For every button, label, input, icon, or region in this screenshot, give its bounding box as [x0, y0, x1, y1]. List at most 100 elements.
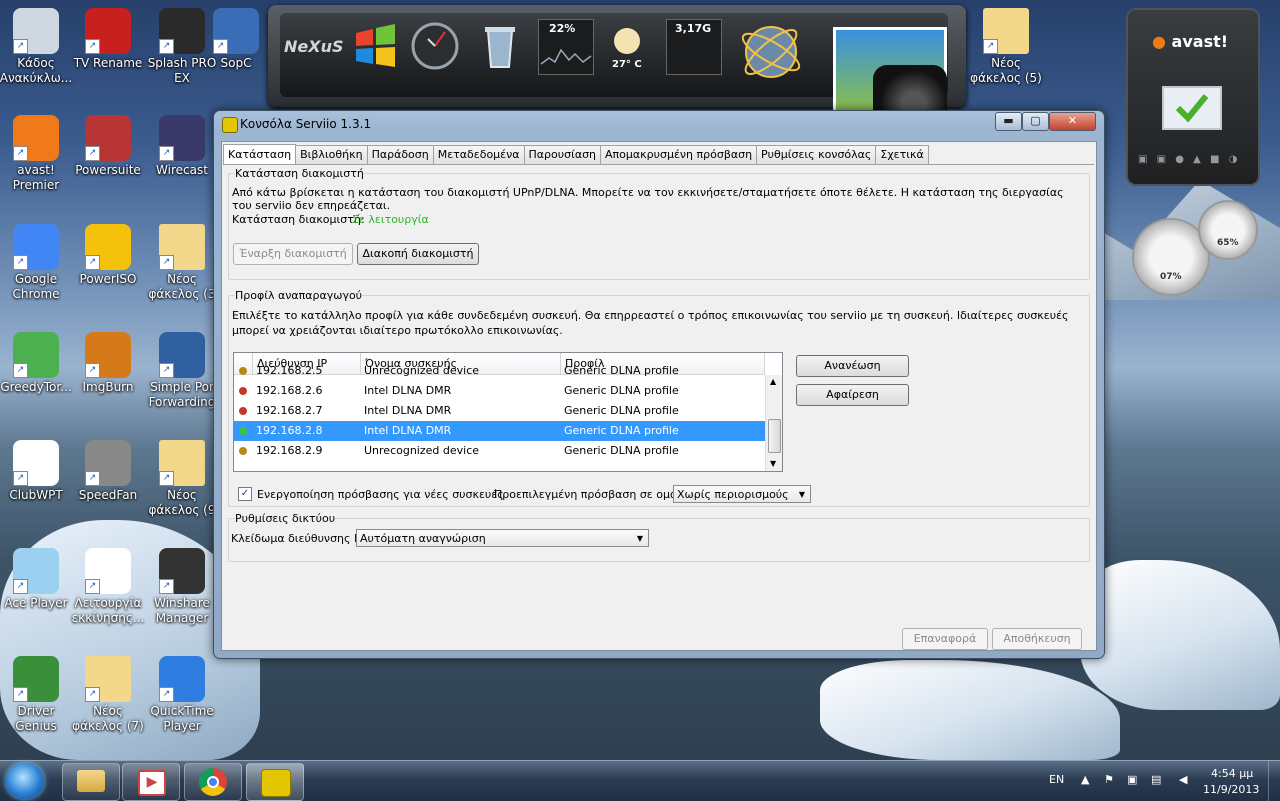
taskbar-media-player-button[interactable]: ▶	[122, 763, 180, 801]
quicktime-icon: ↗	[159, 656, 205, 702]
ip-lock-dropdown[interactable]: Αυτόματη αναγνώριση ▼	[356, 529, 649, 547]
tray-device-icon[interactable]: ▣	[1127, 773, 1137, 786]
language-indicator[interactable]: EN	[1049, 773, 1064, 786]
cell-profile: Generic DLNA profile	[564, 384, 679, 397]
stop-server-button[interactable]: Διακοπή διακομιστή	[357, 243, 479, 265]
nexus-logo[interactable]: NeXuS	[284, 37, 344, 56]
desktop-shortcut[interactable]: ↗ SopC	[196, 8, 276, 71]
clock-date[interactable]: 11/9/2013	[1203, 783, 1259, 796]
table-row[interactable]: 192.168.2.9 Unrecognized device Generic DL…	[234, 441, 765, 461]
default-access-dropdown[interactable]: Χωρίς περιορισμούς ▼	[673, 485, 811, 503]
table-row[interactable]: 192.168.2.6 Intel DLNA DMR Generic DLNA pr…	[234, 381, 765, 401]
scroll-up-arrow-icon[interactable]: ▲	[770, 377, 776, 386]
avast-social-icons[interactable]: ▣ ▣ ● ▲ ■ ◑	[1138, 154, 1250, 166]
close-button[interactable]: ✕	[1049, 112, 1096, 131]
desktop-shortcut[interactable]: ↗ Wirecast	[142, 115, 222, 178]
ip-lock-label: Κλείδωμα διεύθυνσης IP:	[231, 532, 368, 545]
tab-item[interactable]: Βιβλιοθήκη	[295, 145, 368, 164]
shortcut-arrow-icon: ↗	[159, 255, 174, 270]
table-row[interactable]: 192.168.2.5 Unrecognized device Generic DL…	[234, 361, 765, 381]
tray-volume-icon[interactable]: ◀	[1179, 773, 1187, 786]
desktop-shortcut-label: SopC	[220, 56, 252, 70]
desktop-shortcut[interactable]: ↗ Driver Genius	[0, 656, 76, 734]
shortcut-arrow-icon: ↗	[85, 255, 100, 270]
greedytorrent-icon: ↗	[13, 332, 59, 378]
globe-icon[interactable]	[736, 17, 806, 87]
desktop-shortcut[interactable]: ↗ QuickTime Player	[142, 656, 222, 734]
desktop-shortcut[interactable]: ↗ Winshare Manager	[142, 548, 222, 626]
desktop-shortcut[interactable]: ↗ PowerISO	[68, 224, 148, 287]
desktop-shortcut-label: ImgBurn	[82, 380, 134, 394]
scroll-down-arrow-icon[interactable]: ▼	[770, 459, 776, 468]
tab-item[interactable]: Απομακρυσμένη πρόσβαση	[600, 145, 758, 164]
winshare-icon: ↗	[159, 548, 205, 594]
minimize-button[interactable]: ▬	[995, 112, 1022, 131]
table-row[interactable]: 192.168.2.7 Intel DLNA DMR Generic DLNA pr…	[234, 401, 765, 421]
desktop-shortcut[interactable]: ↗ Νέος φάκελος (5)	[966, 8, 1046, 86]
remove-button[interactable]: Αφαίρεση	[796, 384, 909, 406]
tab-status[interactable]: Κατάσταση	[223, 144, 297, 165]
table-row[interactable]: 192.168.2.8 Intel DLNA DMR Generic DLNA pr…	[234, 421, 765, 441]
start-button[interactable]	[6, 763, 44, 799]
taskbar-explorer-button[interactable]	[62, 763, 120, 801]
desktop-shortcut[interactable]: ↗ Κάδος Ανακύκλω...	[0, 8, 76, 86]
status-panel: Κατάσταση διακομιστή Από κάτω βρίσκεται …	[223, 164, 1094, 650]
tray-network-icon[interactable]: ▤	[1151, 773, 1161, 786]
desktop-shortcut[interactable]: ↗ Νέος φάκελος (3	[142, 224, 222, 302]
taskbar-chrome-button[interactable]	[184, 763, 242, 801]
shortcut-arrow-icon: ↗	[85, 471, 100, 486]
clock-time[interactable]: 4:54 μμ	[1211, 767, 1253, 780]
desktop-shortcut-label: Simple Por Forwarding	[148, 380, 216, 409]
table-scrollbar[interactable]: ▲ ▼	[765, 375, 782, 471]
desktop-shortcut[interactable]: ↗ Powersuite	[68, 115, 148, 178]
shortcut-arrow-icon: ↗	[85, 146, 100, 161]
windows-logo-icon[interactable]	[348, 19, 402, 73]
show-desktop-button[interactable]	[1268, 761, 1280, 801]
tab-item[interactable]: Παρουσίαση	[523, 145, 602, 164]
desktop-shortcut-label: Λειτουργία εκκίνησης...	[71, 596, 145, 625]
devices-table[interactable]: Διεύθυνση IP Όνομα συσκευής Προφίλ 192.1…	[233, 352, 783, 472]
show-hidden-icons-icon[interactable]: ▲	[1081, 773, 1089, 786]
avast-widget[interactable]: ● avast! ▣ ▣ ● ▲ ■ ◑	[1126, 8, 1260, 186]
scroll-thumb[interactable]	[768, 419, 781, 453]
shortcut-arrow-icon: ↗	[13, 39, 28, 54]
clock-icon[interactable]	[408, 19, 462, 73]
refresh-button[interactable]: Ανανέωση	[796, 355, 909, 377]
tab-item[interactable]: Μεταδεδομένα	[432, 145, 525, 164]
save-button[interactable]: Αποθήκευση	[992, 628, 1082, 650]
desktop-shortcut[interactable]: ↗ ClubWPT	[0, 440, 76, 503]
cell-profile: Generic DLNA profile	[564, 444, 679, 457]
reset-button[interactable]: Επαναφορά	[902, 628, 988, 650]
desktop-shortcut[interactable]: ↗ Νέος φάκελος (7)	[68, 656, 148, 734]
enable-access-checkbox[interactable]: ✓	[238, 487, 252, 501]
server-status-group: Κατάσταση διακομιστή Από κάτω βρίσκεται …	[228, 167, 1090, 280]
desktop-shortcut[interactable]: ↗ Ace Player	[0, 548, 76, 611]
desktop-shortcut[interactable]: ↗ Λειτουργία εκκίνησης...	[68, 548, 148, 626]
taskbar-serviio-button[interactable]	[246, 763, 304, 801]
desktop-shortcut[interactable]: ↗ avast! Premier	[0, 115, 76, 193]
desktop-shortcut[interactable]: ↗ SpeedFan	[68, 440, 148, 503]
cell-name: Unrecognized device	[364, 364, 480, 377]
tab-item[interactable]: Ρυθμίσεις κονσόλας	[756, 145, 877, 164]
title-bar[interactable]: Κονσόλα Serviio 1.3.1 ▬ ▢ ✕	[214, 111, 1104, 135]
desktop-shortcut[interactable]: ↗ ImgBurn	[68, 332, 148, 395]
recycle-bin-icon[interactable]	[473, 19, 527, 73]
tab-item[interactable]: Σχετικά	[875, 145, 929, 164]
cell-name: Unrecognized device	[364, 444, 480, 457]
tab-item[interactable]: Παράδοση	[366, 145, 434, 164]
meter-gadget-right[interactable]	[1198, 200, 1258, 260]
desktop-shortcut[interactable]: ↗ Νέος φάκελος (9	[142, 440, 222, 518]
desktop-shortcut-label: SpeedFan	[78, 488, 138, 502]
start-server-button[interactable]: Έναρξη διακομιστή	[233, 243, 353, 265]
maximize-button[interactable]: ▢	[1022, 112, 1049, 131]
cards-icon: ↗	[13, 440, 59, 486]
tray-flag-icon[interactable]: ⚑	[1104, 773, 1114, 786]
wirecast-icon: ↗	[159, 115, 205, 161]
desktop-shortcut[interactable]: ↗ GreedyTor...	[0, 332, 76, 395]
desktop-shortcut[interactable]: ↗ Google Chrome	[0, 224, 76, 302]
gadget-bar: NeXuS 22% 27° C 3,17G	[268, 5, 966, 135]
network-settings-group-label: Ρυθμίσεις δικτύου	[235, 512, 336, 525]
desktop-shortcut[interactable]: ↗ Simple Por Forwarding	[142, 332, 222, 410]
desktop-shortcut[interactable]: ↗ TV Rename	[68, 8, 148, 71]
shortcut-arrow-icon: ↗	[159, 146, 174, 161]
